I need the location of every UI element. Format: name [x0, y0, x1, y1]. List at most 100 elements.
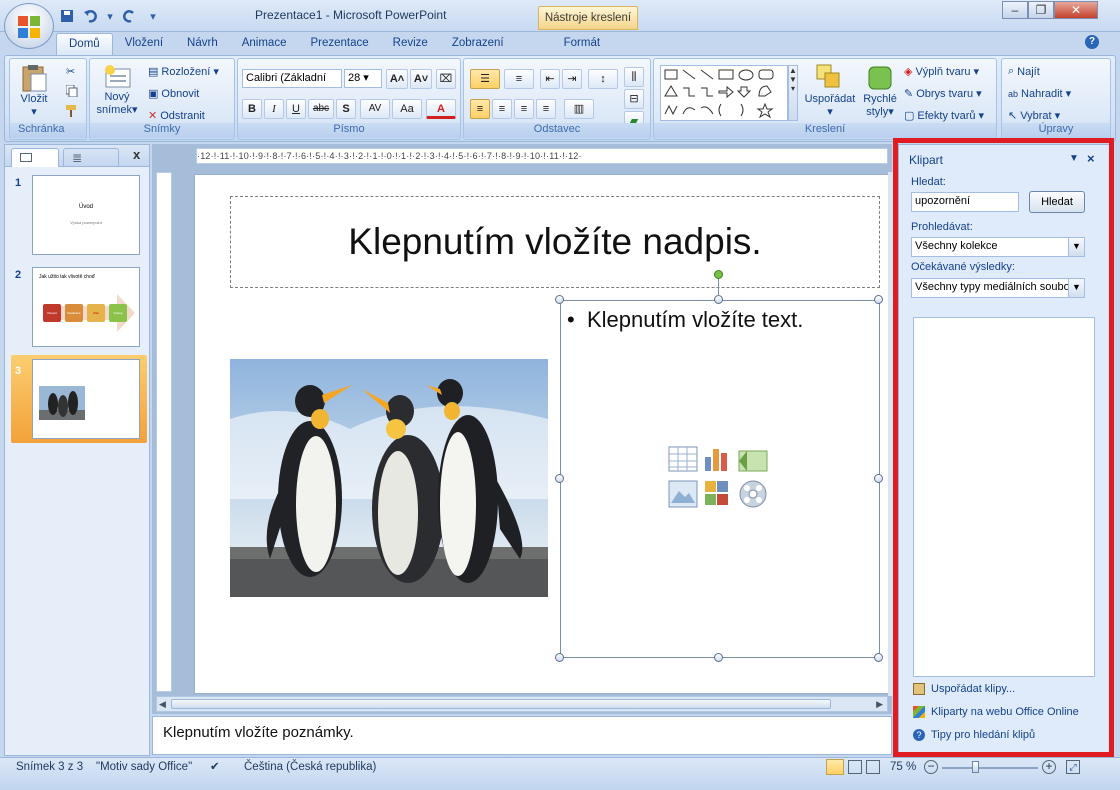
resize-handle[interactable]: [874, 474, 883, 483]
paste-button[interactable]: Vložit ▾: [16, 63, 52, 118]
close-button[interactable]: ✕: [1054, 1, 1098, 19]
slide-thumbnail-2[interactable]: Jak užito tak vlivotě choď Vstupní Reali…: [32, 267, 140, 347]
zoom-slider[interactable]: [942, 767, 1038, 769]
arrange-button[interactable]: Uspořádat ▾: [802, 63, 858, 118]
grow-font-button[interactable]: A˄: [386, 69, 408, 89]
office-button[interactable]: [4, 3, 54, 49]
restore-button[interactable]: ❐: [1028, 1, 1054, 19]
shape-fill-button[interactable]: ◈ Výplň tvaru ▾: [904, 65, 979, 79]
zoom-out-icon[interactable]: −: [924, 760, 938, 774]
bold-button[interactable]: B: [242, 99, 262, 119]
strikethrough-button[interactable]: abc: [308, 99, 334, 119]
zoom-level[interactable]: 75 %: [890, 758, 916, 776]
undo-icon[interactable]: [82, 7, 100, 25]
slide-thumbnail-1[interactable]: Úvod Výuka powerpoint: [32, 175, 140, 255]
zoom-slider-thumb[interactable]: [972, 761, 979, 773]
chevron-down-icon[interactable]: ▼: [1068, 238, 1084, 256]
tab-outline[interactable]: ≣: [63, 148, 119, 167]
tab-insert[interactable]: Vložení: [113, 33, 175, 55]
notes-pane[interactable]: Klepnutím vložíte poznámky.: [152, 716, 892, 755]
align-left-icon[interactable]: ≡: [470, 99, 490, 119]
layout-button[interactable]: ▤ Rozložení ▾: [148, 65, 219, 79]
resize-handle[interactable]: [555, 653, 564, 662]
tab-home[interactable]: Domů: [56, 33, 113, 55]
organize-clips-link[interactable]: Uspořádat klipy...: [913, 683, 1015, 695]
slideshow-view-icon[interactable]: [866, 760, 880, 774]
insert-chart-icon[interactable]: [705, 449, 727, 471]
horizontal-scrollbar[interactable]: ◀ ▶: [156, 696, 888, 712]
text-direction-icon[interactable]: ⫼: [624, 67, 644, 87]
normal-view-icon[interactable]: [826, 759, 844, 775]
shape-effects-button[interactable]: ▢ Efekty tvarů ▾: [904, 109, 984, 123]
align-right-icon[interactable]: ≡: [514, 99, 534, 119]
tab-format[interactable]: Formát: [534, 33, 630, 55]
reset-button[interactable]: ▣ Obnovit: [148, 87, 199, 101]
shrink-font-button[interactable]: A˅: [410, 69, 432, 89]
select-button[interactable]: ↖ Vybrat ▾: [1008, 109, 1060, 123]
slide-thumbnail-3[interactable]: [32, 359, 140, 439]
shape-outline-button[interactable]: ✎ Obrys tvaru ▾: [904, 87, 982, 101]
resize-handle[interactable]: [555, 295, 564, 304]
undo-dropdown-icon[interactable]: ▾: [106, 7, 114, 25]
underline-button[interactable]: U: [286, 99, 306, 119]
char-spacing-button[interactable]: AV: [360, 99, 390, 119]
vertical-scrollbar[interactable]: [888, 172, 896, 696]
increase-indent-icon[interactable]: ⇥: [562, 69, 582, 89]
font-size-dropdown[interactable]: 28 ▾: [344, 69, 382, 88]
tab-review[interactable]: Revize: [381, 33, 440, 55]
fit-to-window-icon[interactable]: ⤢: [1066, 760, 1080, 774]
save-icon[interactable]: [58, 7, 76, 25]
new-slide-button[interactable]: Nový snímek▾: [94, 63, 140, 116]
search-input[interactable]: upozornění: [911, 192, 1019, 212]
shadow-button[interactable]: S: [336, 99, 356, 119]
columns-icon[interactable]: ▥: [564, 99, 594, 119]
tab-animations[interactable]: Animace: [230, 33, 299, 55]
resize-handle[interactable]: [874, 653, 883, 662]
insert-clipart-icon[interactable]: [705, 481, 728, 505]
help-icon[interactable]: ?: [1085, 35, 1099, 49]
insert-media-icon[interactable]: [739, 480, 767, 508]
tab-slideshow[interactable]: Prezentace: [298, 33, 380, 55]
resize-handle[interactable]: [714, 653, 723, 662]
quick-styles-button[interactable]: Rychlé styly▾: [860, 63, 900, 118]
scroll-left-icon[interactable]: ◀: [159, 699, 166, 710]
cut-icon[interactable]: ✂: [66, 65, 75, 78]
shapes-scroll[interactable]: ▲ ▼ ▾: [788, 65, 798, 121]
minimize-button[interactable]: –: [1002, 1, 1028, 19]
replace-button[interactable]: ab Nahradit ▾: [1008, 87, 1071, 101]
customize-qat-icon[interactable]: ▾: [144, 7, 162, 25]
justify-icon[interactable]: ≡: [536, 99, 556, 119]
align-center-icon[interactable]: ≡: [492, 99, 512, 119]
search-button[interactable]: Hledat: [1029, 191, 1085, 213]
results-list[interactable]: [913, 317, 1095, 677]
change-case-button[interactable]: Aa: [392, 99, 422, 119]
clear-formatting-icon[interactable]: ⌧: [436, 69, 456, 89]
resize-handle[interactable]: [874, 295, 883, 304]
title-placeholder[interactable]: Klepnutím vložíte nadpis.: [230, 196, 880, 288]
spellcheck-icon[interactable]: ✔: [210, 758, 220, 776]
content-placeholder[interactable]: • Klepnutím vložíte text.: [560, 300, 880, 658]
slide-sorter-icon[interactable]: [848, 760, 862, 774]
rotation-handle[interactable]: [714, 270, 723, 279]
results-dropdown[interactable]: Všechny typy mediálních soubor ▼: [911, 278, 1085, 298]
insert-smartart-icon[interactable]: [738, 450, 768, 472]
decrease-indent-icon[interactable]: ⇤: [540, 69, 560, 89]
redo-icon[interactable]: [120, 7, 138, 25]
task-pane-menu-icon[interactable]: ▼: [1069, 153, 1079, 164]
tab-view[interactable]: Zobrazení: [440, 33, 516, 55]
format-painter-icon[interactable]: [66, 105, 78, 117]
zoom-in-icon[interactable]: +: [1042, 760, 1056, 774]
insert-picture-icon[interactable]: [668, 480, 698, 508]
copy-icon[interactable]: [66, 85, 78, 97]
tab-design[interactable]: Návrh: [175, 33, 230, 55]
scroll-right-icon[interactable]: ▶: [876, 699, 883, 710]
task-pane-close-icon[interactable]: ×: [1087, 151, 1095, 166]
search-tips-link[interactable]: ? Tipy pro hledání klipů: [913, 729, 1035, 741]
find-button[interactable]: ⌕ Najít: [1008, 65, 1040, 78]
line-spacing-icon[interactable]: ↕: [588, 69, 618, 89]
resize-handle[interactable]: [714, 295, 723, 304]
chevron-down-icon[interactable]: ▼: [1068, 279, 1084, 297]
delete-slide-button[interactable]: ✕ Odstranit: [148, 109, 205, 123]
tab-slides[interactable]: [11, 148, 59, 167]
insert-table-icon[interactable]: [668, 446, 698, 472]
